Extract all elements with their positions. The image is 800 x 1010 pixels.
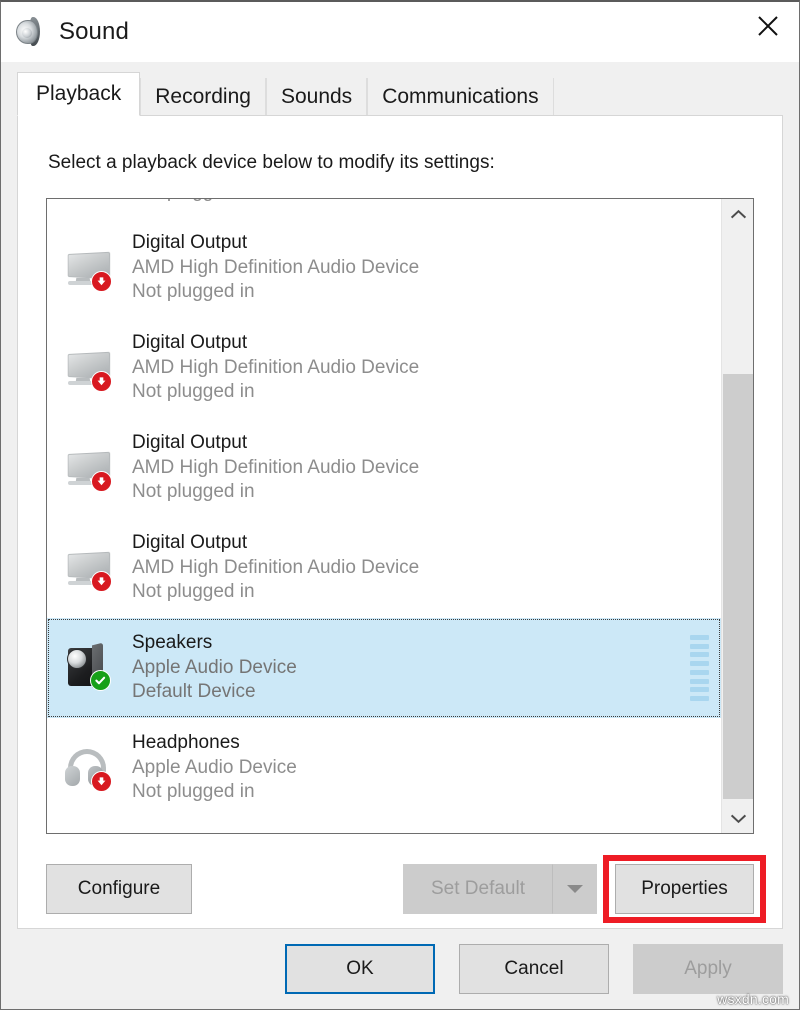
- tab-communications[interactable]: Communications: [367, 78, 553, 116]
- sound-dialog: Sound Playback Recording Sounds Communic…: [0, 0, 800, 1010]
- device-state: Not plugged in: [132, 380, 419, 405]
- list-item-headphones[interactable]: Headphones Apple Audio Device Not plugge…: [47, 718, 721, 818]
- red-down-arrow-badge: [91, 271, 112, 292]
- tab-recording[interactable]: Recording: [140, 78, 266, 116]
- configure-button[interactable]: Configure: [46, 864, 192, 914]
- apply-button-label: Apply: [684, 958, 732, 980]
- speaker-box-icon: [63, 640, 119, 696]
- list-item[interactable]: Digital Output AMD High Definition Audio…: [47, 418, 721, 518]
- tab-sounds[interactable]: Sounds: [266, 78, 367, 116]
- configure-button-label: Configure: [78, 878, 160, 900]
- device-name: Digital Output: [132, 531, 419, 556]
- monitor-icon: [63, 440, 119, 496]
- device-list-scrollbar[interactable]: [721, 199, 753, 833]
- device-list-items: Digital Output AMD High Definition Audio…: [47, 199, 721, 818]
- list-item[interactable]: Digital Output AMD High Definition Audio…: [47, 218, 721, 318]
- list-item-text: Digital Output AMD High Definition Audio…: [132, 331, 419, 405]
- playback-device-list[interactable]: Digital Output AMD High Definition Audio…: [46, 198, 754, 834]
- speaker-icon: [12, 15, 46, 49]
- headphones-icon: [63, 740, 119, 796]
- cancel-button[interactable]: Cancel: [459, 944, 609, 994]
- chevron-down-icon: [565, 883, 585, 895]
- chevron-up-icon[interactable]: [722, 199, 754, 229]
- list-item-text: Headphones Apple Audio Device Not plugge…: [132, 731, 297, 805]
- monitor-icon: [63, 240, 119, 296]
- device-state: Not plugged in: [132, 580, 419, 605]
- red-down-arrow-badge: [91, 471, 112, 492]
- monitor-icon: [63, 540, 119, 596]
- device-name: Digital Output: [132, 231, 419, 256]
- device-name: Speakers: [132, 631, 297, 656]
- window-title: Sound: [59, 20, 129, 44]
- device-name: Digital Output: [132, 331, 419, 356]
- list-item[interactable]: Digital Output AMD High Definition Audio…: [47, 318, 721, 418]
- ok-button[interactable]: OK: [285, 944, 435, 994]
- properties-button[interactable]: Properties: [615, 864, 754, 914]
- list-item[interactable]: Digital Output AMD High Definition Audio…: [47, 518, 721, 618]
- device-driver: Apple Audio Device: [132, 656, 297, 681]
- list-item-selected-speakers[interactable]: Speakers Apple Audio Device Default Devi…: [47, 618, 721, 718]
- device-state: Not plugged in: [132, 199, 419, 205]
- device-name: Digital Output: [132, 431, 419, 456]
- close-icon[interactable]: [737, 2, 799, 50]
- tab-strip: Playback Recording Sounds Communications: [1, 62, 799, 116]
- tab-playback-label: Playback: [36, 82, 121, 106]
- device-driver: AMD High Definition Audio Device: [132, 356, 419, 381]
- scrollbar-thumb[interactable]: [723, 374, 753, 799]
- tab-communications-label: Communications: [382, 85, 538, 109]
- green-check-badge: [90, 670, 111, 691]
- device-driver: AMD High Definition Audio Device: [132, 456, 419, 481]
- list-item[interactable]: Digital Output AMD High Definition Audio…: [47, 199, 721, 218]
- monitor-icon: [63, 340, 119, 396]
- tab-recording-label: Recording: [155, 85, 251, 109]
- list-item-text: Digital Output AMD High Definition Audio…: [132, 199, 419, 205]
- cancel-button-label: Cancel: [504, 958, 563, 980]
- device-driver: AMD High Definition Audio Device: [132, 556, 419, 581]
- device-list-viewport: Digital Output AMD High Definition Audio…: [47, 199, 721, 833]
- red-down-arrow-badge: [91, 771, 112, 792]
- red-down-arrow-badge: [91, 371, 112, 392]
- panel-prompt: Select a playback device below to modify…: [48, 152, 754, 174]
- list-item-text: Digital Output AMD High Definition Audio…: [132, 231, 419, 305]
- set-default-dropdown-button[interactable]: [553, 864, 597, 914]
- set-default-button-label: Set Default: [431, 878, 525, 900]
- list-item-text: Digital Output AMD High Definition Audio…: [132, 531, 419, 605]
- properties-button-label: Properties: [641, 878, 728, 900]
- window-titlebar: Sound: [1, 2, 799, 62]
- device-action-buttons: Configure Set Default Properties: [46, 864, 754, 914]
- device-driver: Apple Audio Device: [132, 756, 297, 781]
- device-state: Not plugged in: [132, 280, 419, 305]
- tab-playback[interactable]: Playback: [17, 72, 140, 116]
- set-default-split-button[interactable]: Set Default: [403, 864, 597, 914]
- device-driver: AMD High Definition Audio Device: [132, 256, 419, 281]
- dialog-footer: OK Cancel Apply wsxdn.com: [1, 929, 799, 1009]
- tab-sounds-label: Sounds: [281, 85, 352, 109]
- list-item-text: Speakers Apple Audio Device Default Devi…: [132, 631, 297, 705]
- device-name: Headphones: [132, 731, 297, 756]
- playback-panel: Select a playback device below to modify…: [17, 116, 783, 929]
- chevron-down-icon[interactable]: [722, 803, 754, 833]
- device-state: Not plugged in: [132, 780, 297, 805]
- red-down-arrow-badge: [91, 571, 112, 592]
- properties-button-wrapper: Properties: [615, 864, 754, 914]
- watermark: wsxdn.com: [717, 991, 789, 1007]
- device-state: Default Device: [132, 680, 297, 705]
- device-state: Not plugged in: [132, 480, 419, 505]
- apply-button: Apply: [633, 944, 783, 994]
- ok-button-label: OK: [346, 958, 373, 980]
- volume-level-meter: [690, 635, 709, 701]
- set-default-button: Set Default: [403, 864, 553, 914]
- list-item-text: Digital Output AMD High Definition Audio…: [132, 431, 419, 505]
